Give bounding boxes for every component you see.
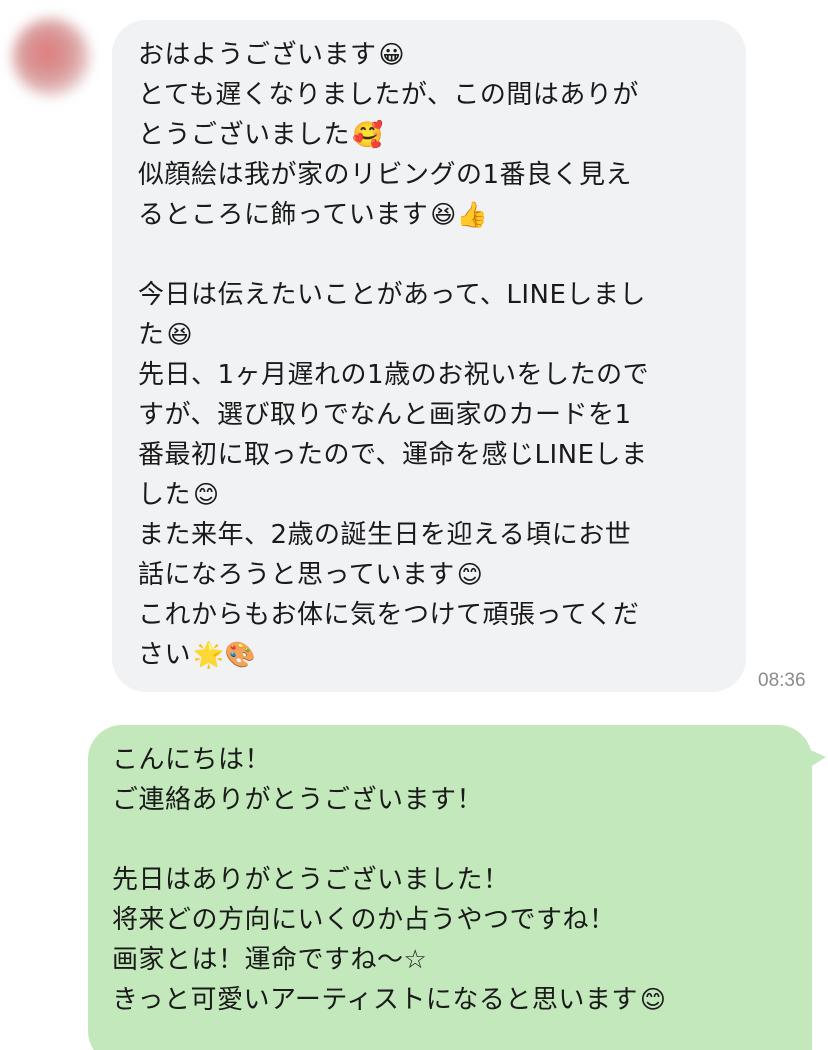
message-line: 話になろうと思っています😊 xyxy=(138,560,484,590)
message-line: るところに飾っています😆👍 xyxy=(138,200,489,230)
smiling-face-emoji-icon: 😊 xyxy=(639,985,667,1014)
message-line: 先日はありがとうございました！ xyxy=(112,865,510,895)
message-line: さい🌟🎨 xyxy=(138,640,257,670)
message-line: 似顔絵は我が家のリビングの1番良く見え xyxy=(138,160,633,190)
laughing-thumbs-up-emoji-icon: 😆👍 xyxy=(430,200,489,229)
chat-thread: おはようございます😀 とても遅くなりましたが、この間はありが とうございました🥰… xyxy=(0,0,828,1050)
message-line: こんにちは！ xyxy=(112,745,272,775)
message-line: 今日は伝えたいことがあって、LINEしまし xyxy=(138,280,646,310)
message-line: おはようございます😀 xyxy=(138,40,406,70)
smiling-face-emoji-icon: 😊 xyxy=(456,560,484,589)
message-line: 将来どの方向にいくのか占うやつですね！ xyxy=(112,905,616,935)
outgoing-message-bubble[interactable]: こんにちは！ ご連絡ありがとうございます！ 先日はありがとうございました！ 将来… xyxy=(88,725,826,1050)
message-line: すが、選び取りでなんと画家のカードを1 xyxy=(138,400,632,430)
sender-avatar[interactable] xyxy=(12,18,90,96)
message-line: た😆 xyxy=(138,320,194,350)
smiling-face-with-hearts-emoji-icon: 🥰 xyxy=(352,120,384,149)
message-line: また来年、2歳の誕生日を迎える頃にお世 xyxy=(138,520,632,550)
message-timestamp: 08:36 xyxy=(758,670,806,691)
message-line: とても遅くなりましたが、この間はありが xyxy=(138,80,639,110)
message-line: ご連絡ありがとうございます！ xyxy=(112,785,484,815)
grinning-squinting-emoji-icon: 😆 xyxy=(166,320,194,349)
message-line: とうございました🥰 xyxy=(138,120,384,150)
message-line: 番最初に取ったので、運命を感じLINEしま xyxy=(138,440,648,470)
message-line: きっと可愛いアーティストになると思います😊 xyxy=(112,985,667,1015)
message-line: これからもお体に気をつけて頑張ってくだ xyxy=(138,600,640,630)
grinning-face-emoji-icon: 😀 xyxy=(378,40,406,69)
message-line: 画家とは！運命ですね〜☆ xyxy=(112,945,428,975)
star-palette-emoji-icon: 🌟🎨 xyxy=(193,640,257,669)
message-line: した😊 xyxy=(138,480,220,510)
smiling-face-emoji-icon: 😊 xyxy=(193,480,220,509)
message-line: 先日、1ヶ月遅れの1歳のお祝いをしたので xyxy=(138,360,650,390)
incoming-message-bubble[interactable]: おはようございます😀 とても遅くなりましたが、この間はありが とうございました🥰… xyxy=(112,20,746,692)
